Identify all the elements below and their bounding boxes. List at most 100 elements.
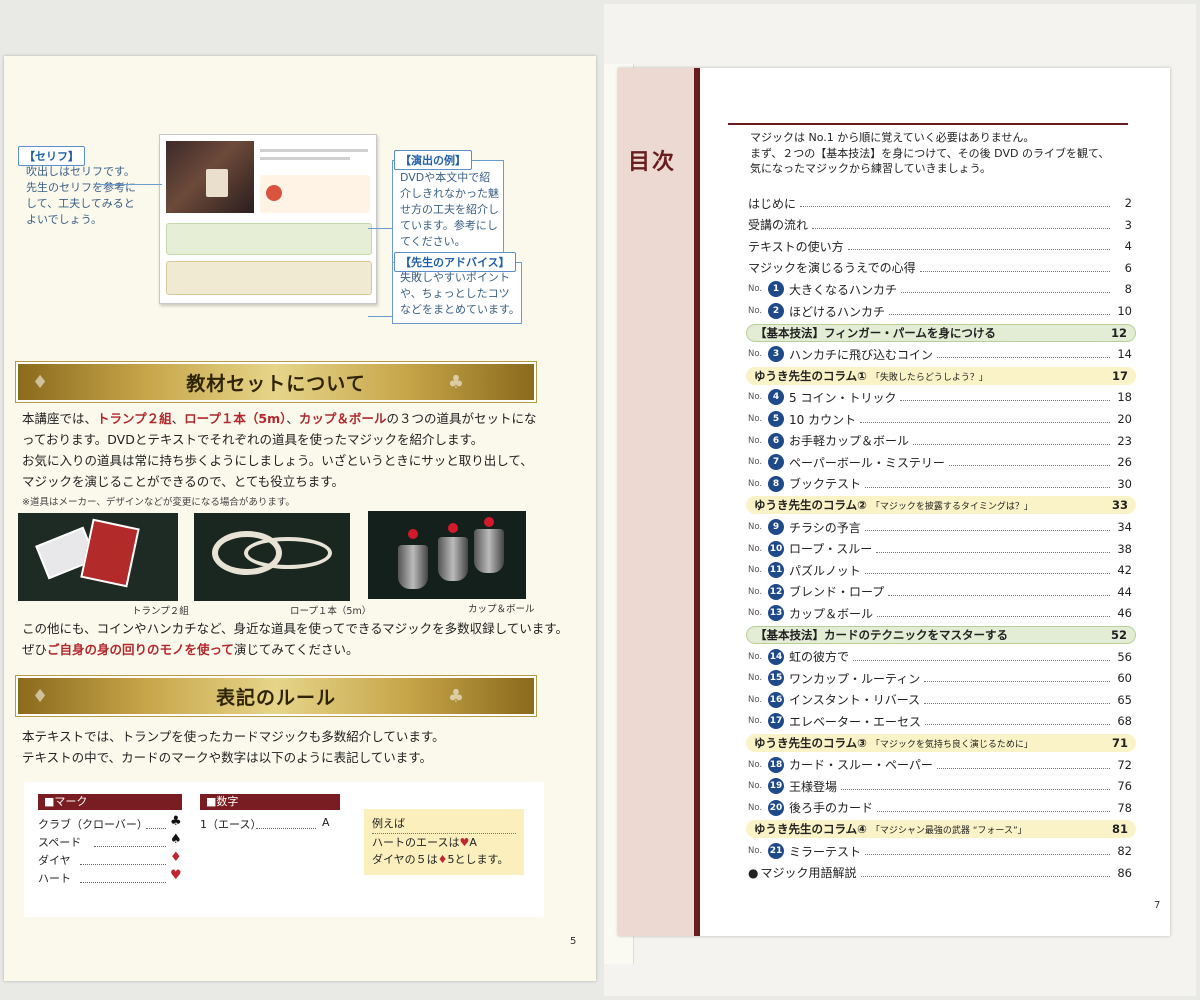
toc-entry: No. 1 大きくなるハンカチ 8	[748, 280, 1132, 298]
toc-entry-number-circle: 12	[768, 583, 784, 600]
toc-entry: No. 17 エレベーター・エーセス 68	[748, 712, 1132, 730]
toc-entry-no-label: No.	[748, 586, 763, 597]
toc-entry: No. 3 ハンカチに飛び込むコイン 14	[748, 345, 1132, 363]
toc-entry-title: ブックテスト	[789, 477, 862, 492]
toc-entry-no-label: No.	[748, 759, 763, 770]
toc-entry-number-circle: 7	[768, 454, 784, 471]
toc-entry: テキストの使い方 4	[748, 237, 1132, 255]
toc-entry: No. 6 お手軽カップ＆ボール 23	[748, 432, 1132, 450]
toc-entry-title: カード・スルー・ペーパー	[789, 758, 933, 773]
toc-entry-title: ゆうき先生のコラム④	[754, 822, 867, 837]
toc-entry: No. 13 カップ＆ボール 46	[748, 604, 1132, 622]
toc-entry-page: 12	[1110, 325, 1127, 340]
toc-sheet: 目次 マジックは No.1 から順に覚えていく必要はありません。 まず、２つの【…	[618, 68, 1170, 936]
club-icon: ♣	[170, 814, 182, 829]
bullet-icon: ●	[748, 865, 759, 880]
toc-entry-title: 後ろ手のカード	[789, 801, 874, 816]
toc-entry: No. 20 後ろ手のカード 78	[748, 799, 1132, 817]
toc-entry-number-circle: 6	[768, 432, 784, 449]
mark-header: ■マーク	[38, 794, 182, 810]
toc-entry-no-label: No.	[748, 694, 763, 705]
photo-playing-cards	[18, 513, 178, 601]
toc-entry-page: 65	[1117, 692, 1132, 707]
toc-entry-page: 68	[1117, 714, 1132, 729]
toc-entry-no-label: No.	[748, 457, 763, 468]
toc-entry-no-label: No.	[748, 522, 763, 532]
toc-entry-title: ハンカチに飛び込むコイン	[789, 347, 934, 362]
toc-entry-title: 10 カウント	[789, 412, 857, 427]
mark-heart-label: ハート	[38, 872, 71, 885]
diamond-icon: ♦	[170, 850, 182, 865]
toc-entry-no-label: No.	[748, 349, 763, 360]
callout-serifu-tag: 【セリフ】	[18, 146, 85, 166]
toc-entry: No. 9 チラシの予言 34	[748, 518, 1132, 536]
toc-entry: No. 10 ロープ・スルー 38	[748, 540, 1132, 558]
heart-icon: ♥	[459, 836, 470, 849]
toc-basic-technique-band: 【基本技法】フィンガー・パームを身につける 12	[746, 323, 1136, 342]
toc-entry-number-circle: 21	[768, 843, 784, 859]
toc-entry-page: 34	[1117, 520, 1132, 534]
toc-entry-number-circle: 2	[768, 303, 784, 319]
toc-entry-title: 虹の彼方で	[789, 650, 850, 665]
caption-cards: トランプ２組	[132, 606, 189, 617]
toc-entry-no-label: No.	[748, 306, 763, 316]
materials-paragraph: 本講座では、トランプ２組、ロープ１本（5m）、カップ＆ボールの３つの道具がセット…	[22, 411, 537, 489]
caption-rope: ロープ１本（5m）	[290, 606, 372, 617]
toc-entry-page: 78	[1117, 800, 1132, 815]
toc-entry-page: 10	[1117, 304, 1132, 318]
toc-entry-title: ミラーテスト	[789, 844, 862, 859]
right-page: 目次 マジックは No.1 から順に覚えていく必要はありません。 まず、２つの【…	[604, 4, 1196, 996]
toc-entry-title: 王様登場	[789, 779, 838, 794]
toc-entry-no-label: No.	[748, 608, 763, 619]
toc-entry-title: ゆうき先生のコラム③	[754, 736, 867, 750]
toc-entry-page: 56	[1117, 649, 1132, 664]
toc-entry-title: パズルノット	[789, 563, 861, 578]
toc-entry: はじめに 2	[748, 194, 1132, 212]
mark-spade-label: スペード	[38, 836, 82, 849]
toc-entry-title: ゆうき先生のコラム②	[754, 498, 867, 513]
toc-entry-number-circle: 18	[768, 756, 784, 773]
toc-basic-technique-band: 【基本技法】カードのテクニックをマスターする 52	[746, 626, 1136, 644]
left-page: 【セリフ】 吹出しはセリフです。 先生のセリフを参考に して、工夫してみると よ…	[4, 56, 596, 981]
diamond-icon: ♦	[437, 853, 448, 866]
toc-entry-title: マジックを演じるうえでの心得	[748, 261, 916, 276]
notation-rule-box: ■マーク ■数字 クラブ（クローバー） スペード ダイヤ ハート ♣ ♠ ♦ ♥…	[24, 782, 544, 917]
toc-entry-page: 82	[1117, 844, 1132, 858]
number-ace-label: 1（エース）	[200, 818, 262, 831]
toc-entry-number-circle: 5	[768, 411, 784, 427]
toc-entry-no-label: No.	[748, 781, 763, 792]
toc-entry-title: はじめに	[748, 196, 797, 211]
toc-entry-page: 20	[1117, 412, 1132, 426]
toc-entry-page: 52	[1110, 628, 1127, 642]
toc-entry: 受講の流れ 3	[748, 216, 1132, 234]
toc-entry-number-circle: 4	[768, 389, 784, 406]
toc-entry-title: ペーパーボール・ミステリー	[789, 455, 945, 470]
toc-column-band: ゆうき先生のコラム④ 「マジシャン最強の武器 “フォース”」 81	[746, 820, 1136, 839]
toc-entry-page: 44	[1117, 584, 1132, 599]
toc-entry-no-label: No.	[748, 435, 763, 446]
toc-entry-subtitle: 「マジックを気持ち良く演じるために」	[870, 740, 1033, 750]
toc-entry-number-circle: 3	[768, 346, 784, 363]
callout-serifu-text: 吹出しはセリフです。 先生のセリフを参考に して、工夫してみると よいでしょう。	[26, 165, 136, 226]
toc-entry-title: マジック用語解説	[760, 866, 857, 881]
heart-icon: ♥	[170, 868, 182, 883]
toc-entry-no-label: No.	[748, 478, 763, 489]
materials-paragraph-2: この他にも、コインやハンカチなど、身近な道具を使ってできるマジックを多数収録して…	[22, 621, 569, 657]
toc-entry-title: テキストの使い方	[748, 239, 844, 254]
toc-entry-no-label: No.	[748, 543, 763, 554]
callout-enshutsu-text: DVDや本文中で紹 介しきれなかった魅 せ方の工夫を紹介し ています。参考にし …	[400, 171, 499, 248]
toc-entry-page: 46	[1117, 606, 1132, 621]
toc-entry: No. 2 ほどけるハンカチ 10	[748, 302, 1132, 320]
toc-entry-number-circle: 20	[768, 799, 784, 816]
materials-note: ※道具はメーカー、デザインなどが変更になる場合があります。	[22, 497, 295, 508]
toc-entry-title: お手軽カップ＆ボール	[789, 434, 910, 449]
toc-entry-page: 18	[1117, 390, 1132, 405]
number-ace-value: A	[322, 816, 330, 829]
toc-entry-no-label: No.	[748, 673, 763, 684]
toc-entry-no-label: No.	[748, 716, 763, 727]
toc-entry-page: 26	[1117, 455, 1132, 470]
toc-entry-page: 60	[1117, 671, 1132, 686]
section-banner-materials: ♦ ♣ 教材セットについて	[16, 362, 536, 402]
toc-entry-page: 8	[1124, 282, 1132, 297]
toc-entry-no-label: No.	[748, 392, 763, 403]
